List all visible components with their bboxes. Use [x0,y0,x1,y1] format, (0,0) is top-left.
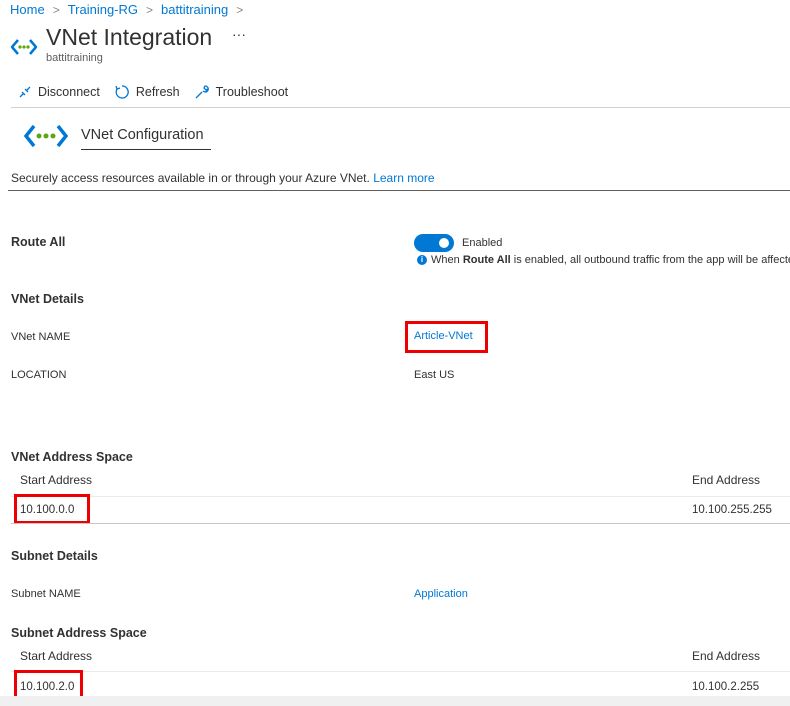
table-divider [11,671,790,672]
subnet-start-address: 10.100.2.0 [20,681,75,693]
vnet-end-address: 10.100.255.255 [692,504,772,516]
plug-disconnect-icon [19,86,31,98]
page-subtitle: battitraining [46,52,103,64]
subnet-name-label: Subnet NAME [11,588,81,600]
subnet-address-heading: Subnet Address Space [11,626,147,640]
description-text: Securely access resources available in o… [11,171,370,185]
table-divider [11,496,790,497]
troubleshoot-button[interactable]: Troubleshoot [194,84,289,100]
divider [11,107,790,108]
refresh-icon [115,85,129,99]
route-all-state: Enabled [462,237,503,249]
info-bold: Route All [462,254,511,266]
learn-more-link[interactable]: Learn more [373,171,434,185]
chevron-right-icon: > [52,2,60,17]
troubleshoot-label: Troubleshoot [215,85,289,99]
subnet-end-address: 10.100.2.255 [692,681,760,693]
description: Securely access resources available in o… [11,171,435,185]
horizontal-scrollbar[interactable] [0,696,790,706]
vnet-details-heading: VNet Details [11,292,84,306]
divider [8,190,790,191]
location-value: East US [414,369,455,381]
end-address-header: End Address [692,473,761,487]
start-address-header: Start Address [20,473,93,487]
breadcrumb: Home > Training-RG > battitraining > [10,2,243,17]
table-divider [11,523,790,524]
subnet-name-link[interactable]: Application [414,588,468,600]
start-address-header: Start Address [20,649,93,663]
route-all-label: Route All [11,235,66,249]
info-text: When [431,254,460,266]
toolbar: Disconnect Refresh Troubleshoot [18,84,288,100]
more-options-button[interactable]: ··· [232,26,246,42]
end-address-header: End Address [692,649,761,663]
info-icon: i [417,255,427,266]
location-label: LOCATION [11,369,67,381]
vnet-configuration-title: VNet Configuration [81,127,211,150]
refresh-button[interactable]: Refresh [114,84,180,100]
vnet-address-heading: VNet Address Space [11,450,133,464]
vnet-name-label: VNet NAME [11,331,71,343]
subnet-details-heading: Subnet Details [11,549,98,563]
vnet-icon [11,39,37,55]
chevron-right-icon: > [236,2,244,17]
route-all-info: i When Route All is enabled, all outbound… [417,254,790,266]
vnet-start-address: 10.100.0.0 [20,504,75,516]
refresh-label: Refresh [135,85,180,99]
info-text: is enabled, all outbound traffic from th… [513,254,790,266]
breadcrumb-resource-group[interactable]: Training-RG [68,2,138,17]
wrench-icon [195,85,209,99]
breadcrumb-app[interactable]: battitraining [161,2,228,17]
breadcrumb-home[interactable]: Home [10,2,45,17]
page-title: VNet Integration [46,24,213,50]
chevron-right-icon: > [146,2,154,17]
disconnect-label: Disconnect [38,85,100,99]
route-all-toggle[interactable] [414,234,454,252]
vnet-configuration-icon [24,124,68,148]
vnet-name-link[interactable]: Article-VNet [414,330,473,342]
disconnect-button[interactable]: Disconnect [18,85,100,99]
